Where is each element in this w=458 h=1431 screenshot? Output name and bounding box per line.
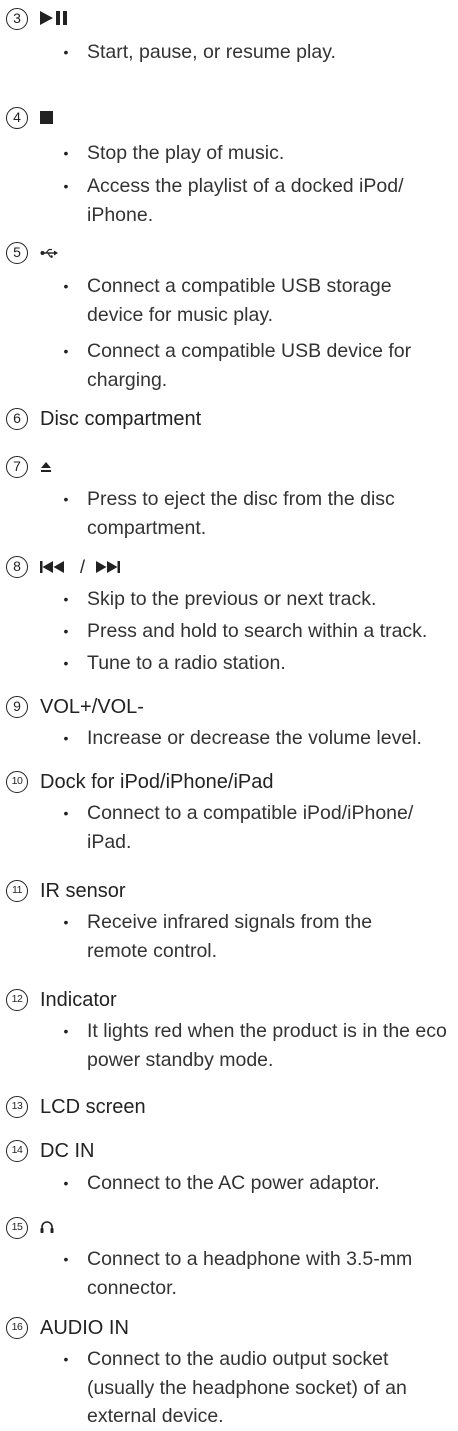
item-title: VOL+/VOL- xyxy=(40,696,144,718)
item-text: Connect a compatible USB storage device … xyxy=(87,275,392,326)
item-title: LCD screen xyxy=(40,1096,146,1118)
bullet: • xyxy=(63,730,69,746)
bullet: • xyxy=(63,1175,69,1191)
item-text: Tune to a radio station. xyxy=(87,652,286,674)
item-number-badge: 6 xyxy=(6,408,28,430)
item-text: Skip to the previous or next track. xyxy=(87,588,377,610)
stop-icon xyxy=(40,111,53,124)
item-text: Increase or decrease the volume level. xyxy=(87,727,422,749)
bullet: • xyxy=(63,278,69,294)
item-text: Stop the play of music. xyxy=(87,142,285,164)
play-pause-icon xyxy=(40,11,67,25)
bullet: • xyxy=(63,1251,69,1267)
headphone-icon xyxy=(40,1221,54,1233)
item-title: AUDIO IN xyxy=(40,1317,129,1339)
item-text: Connect to the AC power adaptor. xyxy=(87,1172,380,1194)
item-number-badge: 12 xyxy=(6,989,28,1011)
item-number-badge: 15 xyxy=(6,1217,28,1239)
bullet: • xyxy=(63,1023,69,1039)
previous-track-icon xyxy=(40,561,64,573)
item-number-badge: 10 xyxy=(6,771,28,793)
bullet: • xyxy=(63,178,69,194)
item-title: Disc compartment xyxy=(40,408,202,430)
item-number-badge: 9 xyxy=(6,696,28,718)
bullet: • xyxy=(63,591,69,607)
item-number-badge: 7 xyxy=(6,456,28,478)
bullet: • xyxy=(63,491,69,507)
item-number-badge: 5 xyxy=(6,242,28,264)
item-text: Press and hold to search within a track. xyxy=(87,620,428,642)
item-text: Connect a compatible USB device for char… xyxy=(87,340,412,391)
item-text: It lights red when the product is in the… xyxy=(87,1020,447,1071)
item-number-badge: 16 xyxy=(6,1317,28,1339)
bullet: • xyxy=(63,44,69,60)
item-text: Start, pause, or resume play. xyxy=(87,41,336,63)
bullet: • xyxy=(63,343,69,359)
item-text: Receive infrared signals from the remote… xyxy=(87,911,373,962)
item-number-badge: 8 xyxy=(6,556,28,578)
next-track-icon xyxy=(96,561,120,573)
eject-icon xyxy=(41,462,51,472)
bullet: • xyxy=(63,655,69,671)
bullet: • xyxy=(63,145,69,161)
item-number-badge: 4 xyxy=(6,107,28,129)
item-title: DC IN xyxy=(40,1140,95,1162)
bullet: • xyxy=(63,805,69,821)
item-title: Dock for iPod/iPhone/iPad xyxy=(40,771,274,793)
item-number-badge: 13 xyxy=(6,1096,28,1118)
bullet: • xyxy=(63,623,69,639)
bullet: • xyxy=(63,914,69,930)
item-title: IR sensor xyxy=(40,880,126,902)
item-number-badge: 11 xyxy=(6,880,28,902)
item-text: Connect to a headphone with 3.5-mm conne… xyxy=(87,1248,413,1299)
item-number-badge: 3 xyxy=(6,8,28,30)
item-title: Indicator xyxy=(40,989,117,1011)
item-text: Press to eject the disc from the disc co… xyxy=(87,488,395,539)
slash-separator: / xyxy=(80,557,86,577)
item-text: Connect to the audio output socket (usua… xyxy=(87,1348,407,1427)
item-number-badge: 14 xyxy=(6,1140,28,1162)
usb-icon xyxy=(40,248,58,258)
item-text: Connect to a compatible iPod/iPhone/ iPa… xyxy=(87,802,414,853)
item-text: Access the playlist of a docked iPod/ iP… xyxy=(87,175,404,226)
